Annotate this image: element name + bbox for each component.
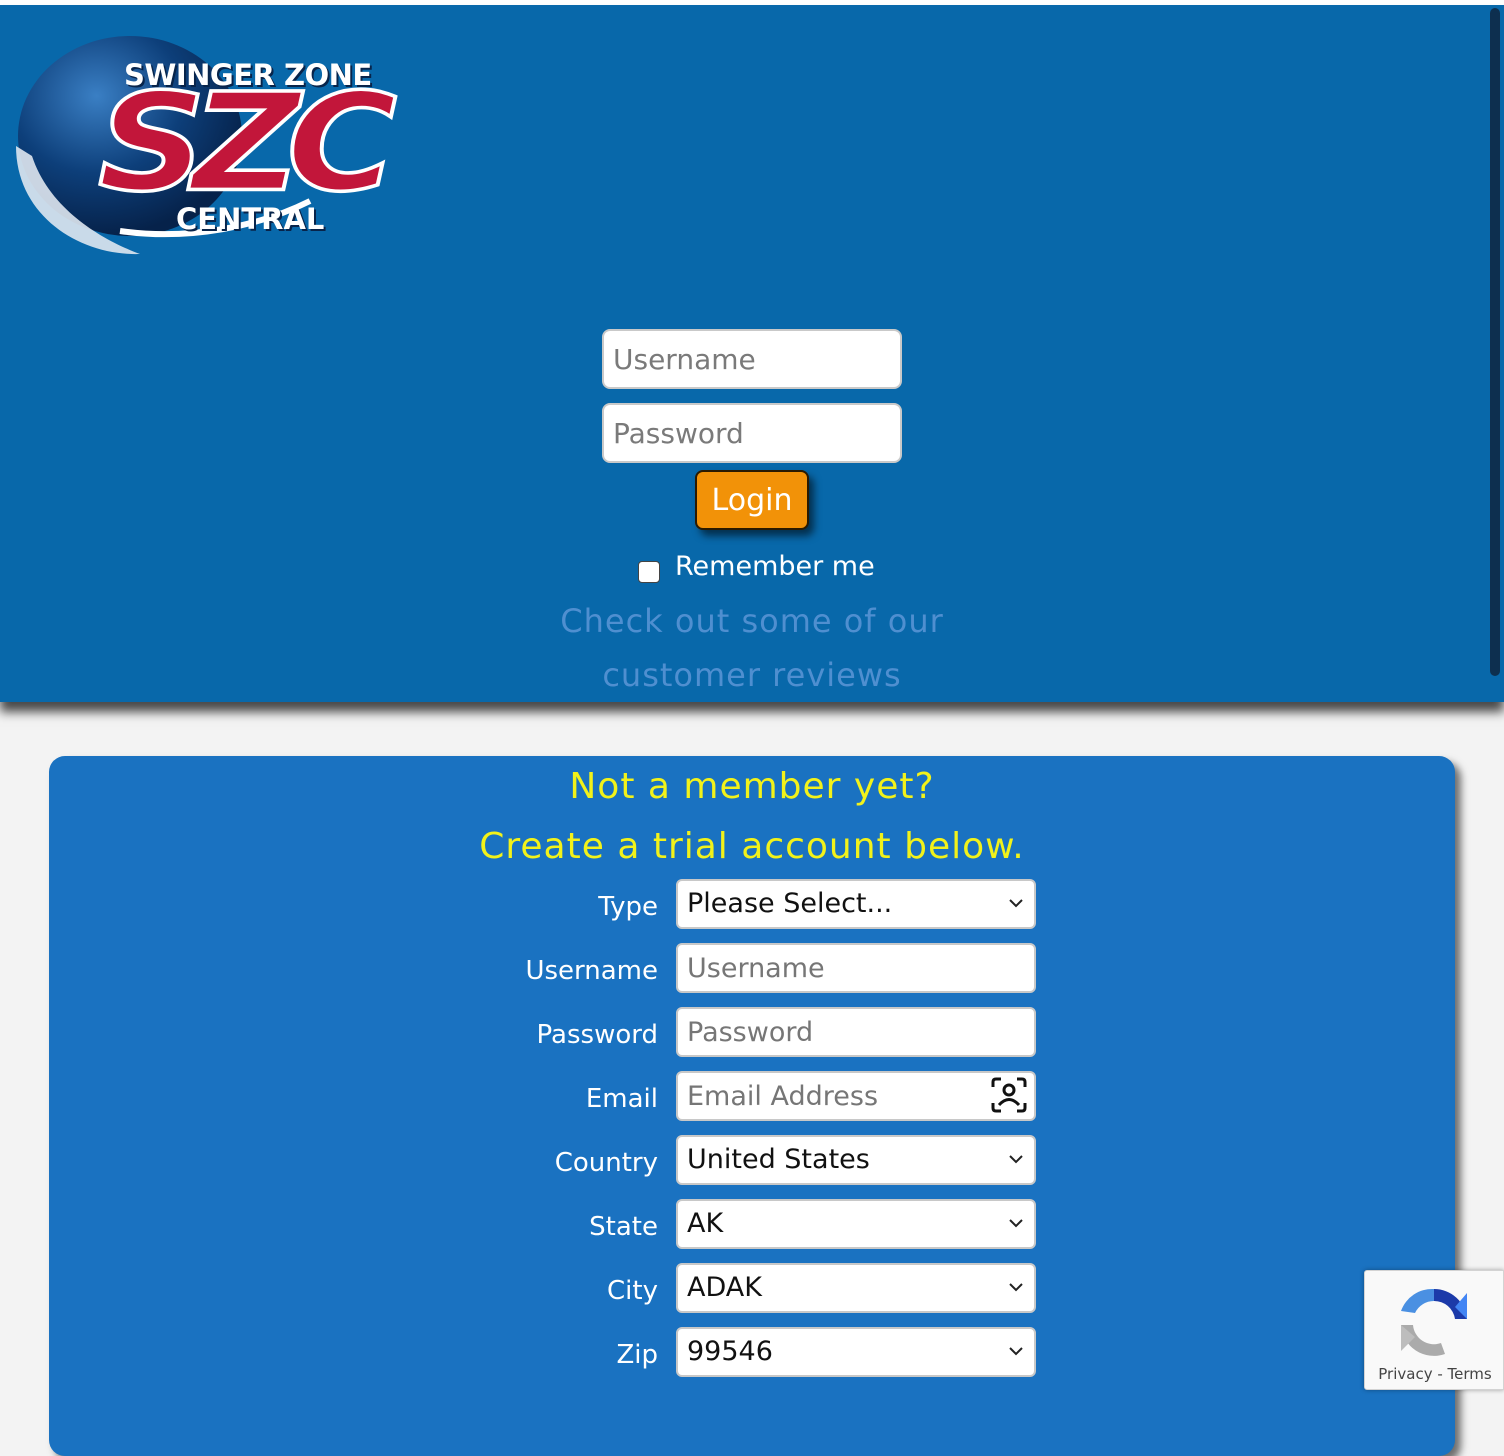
zip-select[interactable]: 99546 bbox=[676, 1327, 1036, 1377]
type-select-value: Please Select... bbox=[687, 888, 893, 919]
recaptcha-badge[interactable]: Privacy - Terms bbox=[1364, 1270, 1504, 1390]
login-username-input[interactable] bbox=[602, 329, 902, 389]
state-select-value: AK bbox=[687, 1208, 724, 1239]
signup-username-input[interactable] bbox=[676, 943, 1036, 993]
type-label: Type bbox=[598, 892, 658, 922]
reviews-link-line2: customer reviews bbox=[602, 656, 902, 694]
login-password-input[interactable] bbox=[602, 403, 902, 463]
country-select[interactable]: United States bbox=[676, 1135, 1036, 1185]
remember-me-checkbox[interactable] bbox=[638, 561, 660, 583]
login-button[interactable]: Login bbox=[695, 470, 809, 530]
country-label: Country bbox=[554, 1148, 658, 1178]
recaptcha-terms-link[interactable]: Terms bbox=[1448, 1365, 1492, 1383]
signup-subheadline: Create a trial account below. bbox=[479, 826, 1025, 867]
scrollbar-thumb[interactable] bbox=[1490, 8, 1500, 676]
reviews-link-line1: Check out some of our bbox=[560, 602, 944, 640]
city-label: City bbox=[607, 1276, 658, 1306]
city-select[interactable]: ADAK bbox=[676, 1263, 1036, 1313]
country-select-value: United States bbox=[687, 1144, 870, 1175]
chevron-down-icon bbox=[1009, 1219, 1023, 1228]
logo-text-bottom: CENTRAL bbox=[176, 202, 325, 236]
signup-password-label: Password bbox=[536, 1020, 658, 1050]
city-select-value: ADAK bbox=[687, 1272, 762, 1303]
recaptcha-separator: - bbox=[1432, 1365, 1448, 1383]
signup-username-label: Username bbox=[525, 956, 658, 986]
zip-select-value: 99546 bbox=[687, 1336, 773, 1367]
logo-text-big: SZC bbox=[96, 65, 399, 222]
site-logo[interactable]: SWINGER ZONE SZC CENTRAL bbox=[10, 26, 420, 266]
email-label: Email bbox=[585, 1084, 658, 1114]
recaptcha-links: Privacy - Terms bbox=[1365, 1365, 1504, 1383]
zip-label: Zip bbox=[616, 1340, 658, 1370]
state-select[interactable]: AK bbox=[676, 1199, 1036, 1249]
state-label: State bbox=[589, 1212, 658, 1242]
signup-password-input[interactable] bbox=[676, 1007, 1036, 1057]
customer-reviews-link[interactable]: Check out some of our customer reviews bbox=[540, 594, 964, 702]
remember-me-label: Remember me bbox=[675, 551, 875, 582]
chevron-down-icon bbox=[1009, 899, 1023, 908]
chevron-down-icon bbox=[1009, 1155, 1023, 1164]
email-input[interactable] bbox=[676, 1071, 1036, 1121]
recaptcha-icon bbox=[1401, 1288, 1467, 1356]
signup-headline: Not a member yet? bbox=[569, 766, 935, 807]
contact-autofill-icon[interactable] bbox=[990, 1076, 1028, 1114]
type-select[interactable]: Please Select... bbox=[676, 879, 1036, 929]
chevron-down-icon bbox=[1009, 1347, 1023, 1356]
recaptcha-privacy-link[interactable]: Privacy bbox=[1378, 1365, 1432, 1383]
chevron-down-icon bbox=[1009, 1283, 1023, 1292]
